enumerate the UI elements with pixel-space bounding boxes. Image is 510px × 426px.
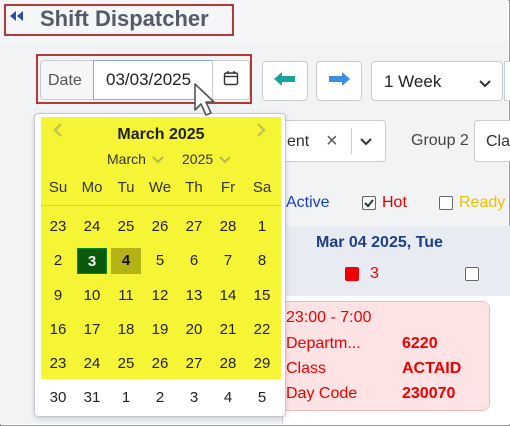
range-select[interactable]: 1 Week: [371, 61, 503, 101]
shift-field-label: Class: [286, 360, 327, 377]
year-select[interactable]: 2025: [182, 151, 231, 167]
chevron-down-icon: [152, 151, 164, 167]
calendar-month-title: March 2025: [117, 126, 205, 143]
calendar-day[interactable]: 5: [145, 248, 175, 274]
shift-count: 3: [370, 265, 379, 282]
calendar-day[interactable]: 19: [145, 317, 175, 343]
double-chevron-left-icon[interactable]: [8, 9, 28, 26]
calendar-day[interactable]: 15: [247, 283, 277, 309]
shift-field-label: Departm...: [286, 335, 361, 352]
day-select-checkbox[interactable]: [465, 267, 479, 281]
calendar-day[interactable]: 26: [145, 351, 175, 377]
date-field-highlight: [36, 54, 252, 104]
legend-ready[interactable]: Ready: [459, 194, 505, 212]
next-period-button[interactable]: [316, 61, 362, 101]
hot-indicator-icon: [345, 267, 359, 281]
calendar-day[interactable]: 22: [247, 317, 277, 343]
calendar-day[interactable]: 23: [43, 214, 73, 240]
calendar-day[interactable]: 28: [213, 214, 243, 240]
legend-active[interactable]: Active: [286, 194, 330, 212]
calendar-day[interactable]: 14: [213, 283, 243, 309]
weekday-label: Tu: [117, 179, 135, 196]
calendar-day[interactable]: 11: [111, 283, 141, 309]
arrow-right-icon: [328, 71, 350, 91]
calendar-day[interactable]: 12: [145, 283, 175, 309]
shift-field-value: 6220: [402, 335, 438, 352]
calendar-day[interactable]: 1: [247, 214, 277, 240]
calendar-day[interactable]: 30: [43, 385, 73, 411]
month-select-value: March: [107, 151, 146, 167]
calendar-day[interactable]: 13: [179, 283, 209, 309]
calendar-day[interactable]: 1: [111, 385, 141, 411]
toolbar-overflow-box: [504, 61, 510, 101]
hot-checkbox[interactable]: [362, 196, 376, 210]
range-select-value: 1 Week: [384, 72, 442, 91]
calendar-day[interactable]: 27: [179, 214, 209, 240]
calendar-day[interactable]: 7: [213, 248, 243, 274]
weekday-label: Fr: [220, 179, 236, 196]
shift-time: 23:00 - 7:00: [286, 309, 372, 326]
weekday-label: Mo: [81, 179, 103, 196]
weekday-label: Su: [48, 179, 68, 196]
calendar-day[interactable]: 20: [179, 317, 209, 343]
calendar-day[interactable]: 28: [213, 351, 243, 377]
calendar-day[interactable]: 31: [77, 385, 107, 411]
arrow-left-icon: [274, 71, 296, 91]
chevron-down-icon: [359, 134, 373, 152]
calendar-day-today[interactable]: 4: [111, 248, 141, 274]
calendar-day[interactable]: 3: [179, 385, 209, 411]
year-select-value: 2025: [182, 151, 214, 167]
calendar-day[interactable]: 18: [111, 317, 141, 343]
mouse-cursor-icon: [193, 82, 219, 123]
group-1-value: ent: [287, 133, 310, 150]
calendar-day[interactable]: 10: [77, 283, 107, 309]
calendar-day[interactable]: 17: [77, 317, 107, 343]
weekday-label: Sa: [252, 179, 272, 196]
chevron-down-icon: [219, 151, 231, 167]
calendar-day[interactable]: 25: [111, 214, 141, 240]
chevron-right-icon[interactable]: [255, 122, 267, 143]
calendar-day[interactable]: 27: [179, 351, 209, 377]
calendar-day[interactable]: 6: [179, 248, 209, 274]
calendar-day[interactable]: 25: [111, 351, 141, 377]
legend-hot[interactable]: Hot: [382, 194, 407, 212]
weekday-label: Th: [185, 179, 203, 196]
calendar-day-selected[interactable]: 3: [77, 248, 107, 274]
clear-icon[interactable]: ×: [326, 130, 338, 153]
calendar-day[interactable]: 29: [247, 351, 277, 377]
page-title: Shift Dispatcher: [40, 6, 209, 31]
month-select[interactable]: March: [107, 151, 164, 167]
calendar-day[interactable]: 2: [145, 385, 175, 411]
chevron-down-icon: [478, 74, 492, 94]
shift-field-label: Day Code: [286, 385, 358, 402]
calendar-day[interactable]: 26: [145, 214, 175, 240]
group-2-select[interactable]: Cla: [474, 120, 510, 162]
calendar-day[interactable]: 9: [43, 283, 73, 309]
previous-period-button[interactable]: [262, 61, 308, 101]
day-header-title: Mar 04 2025, Tue: [316, 234, 443, 251]
calendar-day[interactable]: 5: [247, 385, 277, 411]
group-2-label: Group 2: [411, 132, 469, 149]
weekday-label: We: [148, 179, 172, 196]
calendar-day[interactable]: 24: [77, 351, 107, 377]
group-2-value: Cla: [486, 133, 510, 150]
calendar-day[interactable]: 8: [247, 248, 277, 274]
calendar-day[interactable]: 16: [43, 317, 73, 343]
calendar-day[interactable]: 2: [43, 248, 73, 274]
shift-field-value: 230070: [402, 385, 456, 402]
calendar-day[interactable]: 4: [213, 385, 243, 411]
ready-checkbox[interactable]: [439, 196, 453, 210]
shift-field-value: ACTAID: [402, 360, 462, 377]
calendar-day[interactable]: 21: [213, 317, 243, 343]
group-1-select[interactable]: ent ×: [280, 120, 386, 162]
divider: [41, 205, 281, 206]
divider: [351, 128, 352, 154]
calendar-day[interactable]: 23: [43, 351, 73, 377]
calendar-day[interactable]: 24: [77, 214, 107, 240]
